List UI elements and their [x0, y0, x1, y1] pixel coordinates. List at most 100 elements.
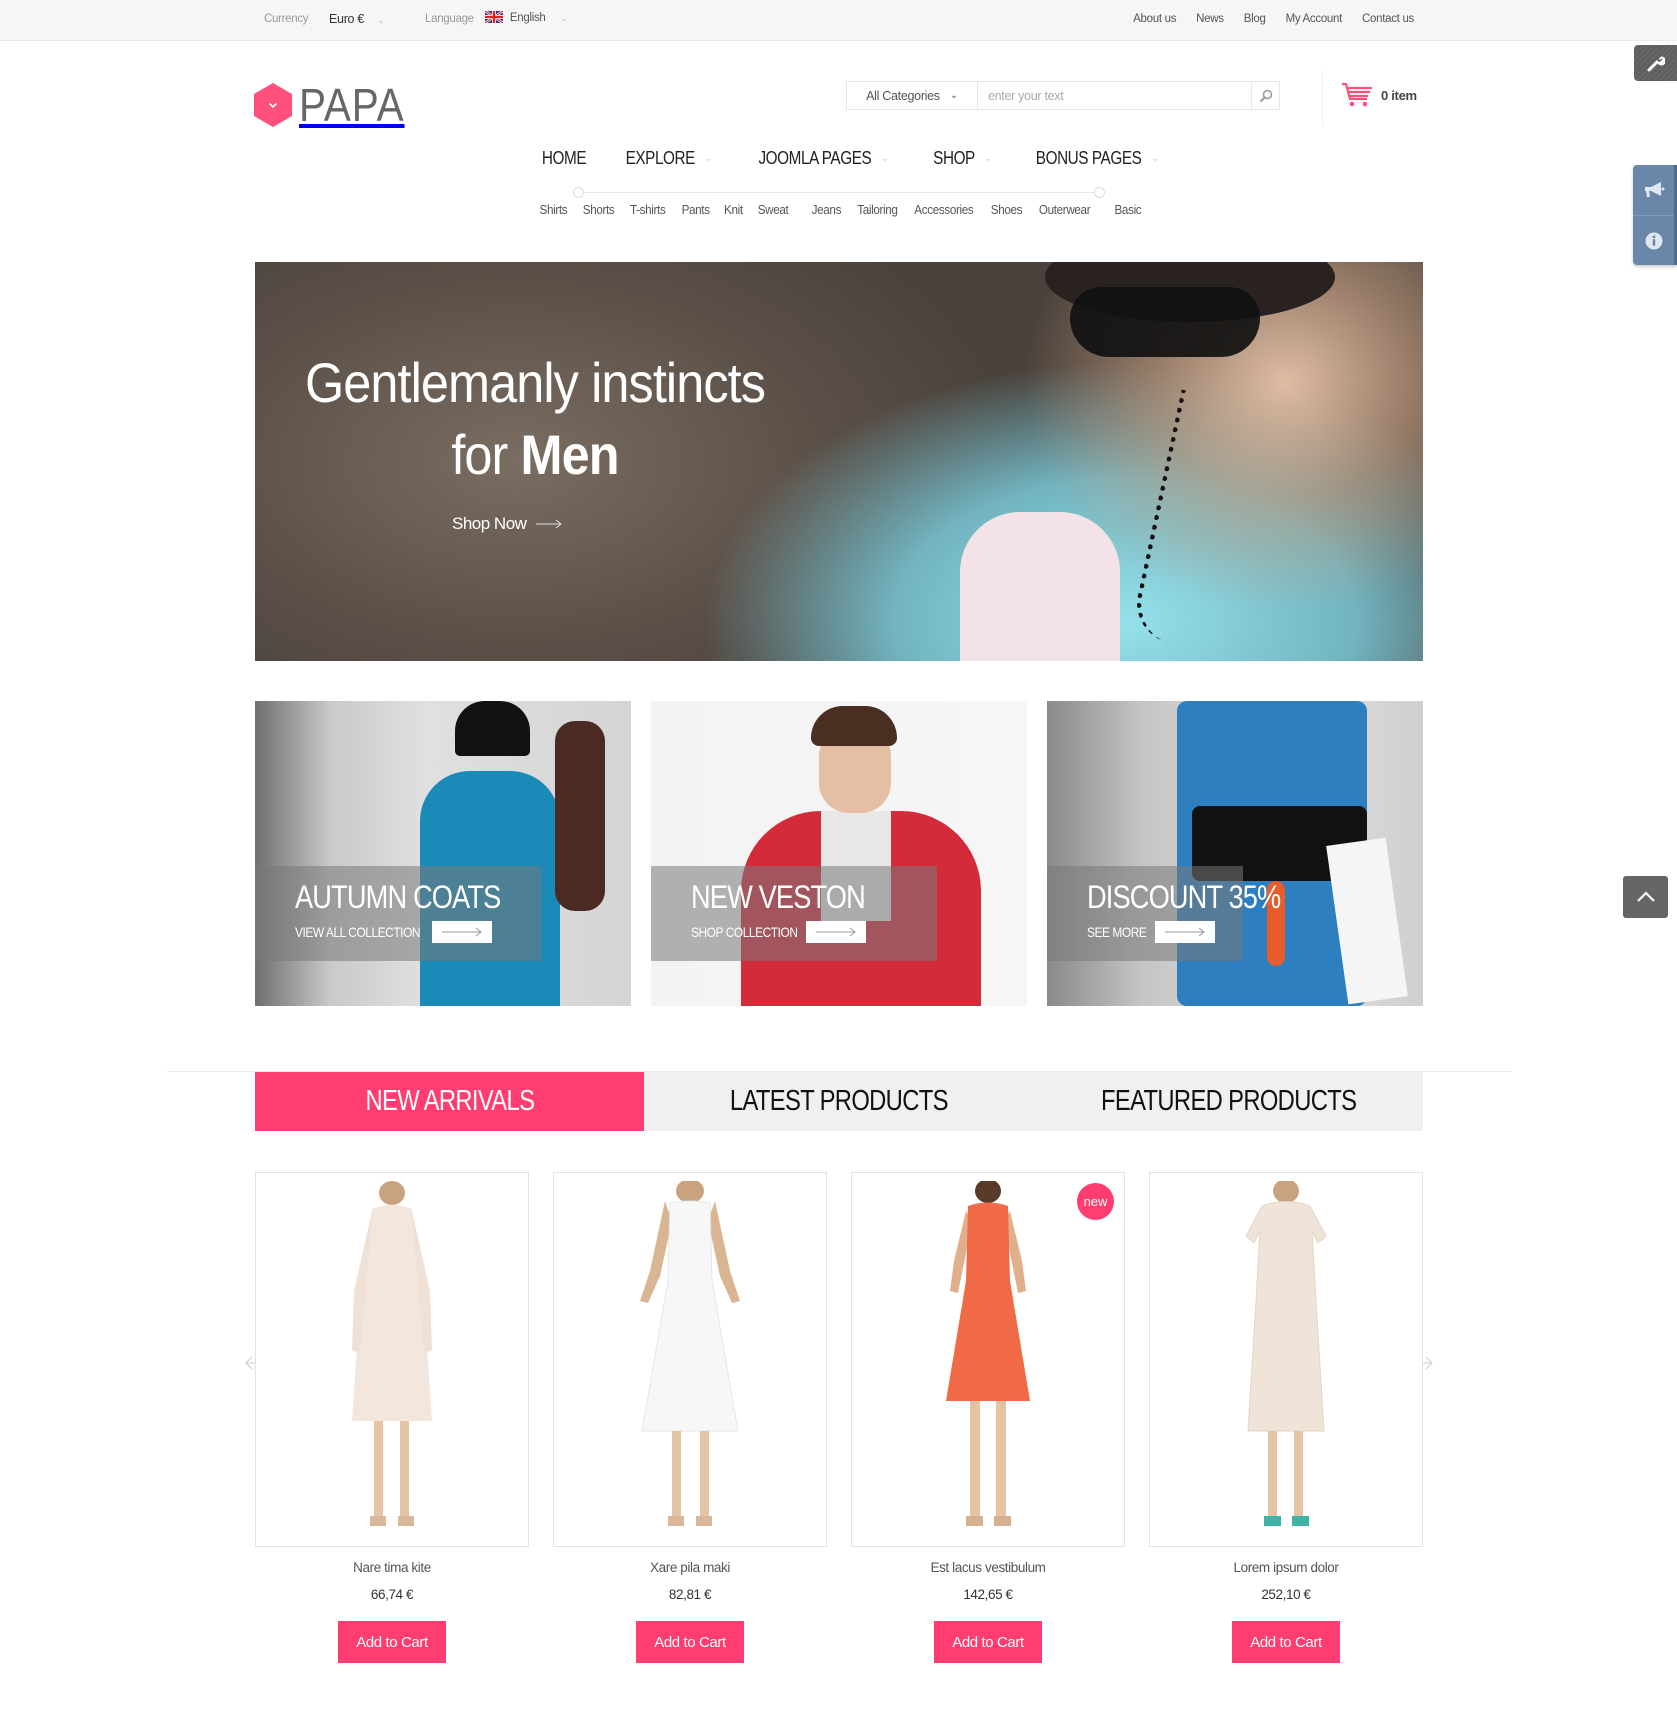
product-image[interactable]	[255, 1172, 529, 1547]
language-value: English	[509, 12, 546, 24]
search-input[interactable]	[978, 82, 1251, 109]
promo-tile-autumn-coats[interactable]: AUTUMN COATS VIEW ALL COLLECTION	[255, 701, 631, 1006]
tile-link-label: SHOP COLLECTION	[691, 924, 798, 940]
announcements-button[interactable]	[1633, 165, 1674, 215]
promo-tile-new-veston[interactable]: NEW VESTON SHOP COLLECTION	[651, 701, 1027, 1006]
hero-title-line1: Gentlemanly instincts	[304, 351, 766, 414]
info-button[interactable]	[1633, 215, 1674, 265]
chevron-down-icon: ⌄	[1151, 153, 1159, 164]
tile-link[interactable]: SEE MORE	[1087, 921, 1215, 943]
product-name[interactable]: Est lacus vestibulum	[851, 1560, 1125, 1575]
new-badge: new	[1077, 1183, 1114, 1220]
cart-button[interactable]: 0 item	[1341, 82, 1417, 108]
hero-banner: Gentlemanly instincts for Men Shop Now	[255, 262, 1423, 661]
product-card: Nare tima kite 66,74 € Add to Cart	[255, 1172, 529, 1663]
nav-item-joomla-pages[interactable]: JOOMLA PAGES ⌄	[759, 148, 889, 169]
category-select[interactable]: All Categories ⌄	[847, 82, 978, 109]
logo[interactable]: PAPA	[253, 82, 419, 128]
product-name[interactable]: Xare pila maki	[553, 1560, 827, 1575]
category-link-accessories[interactable]: Accessories	[915, 202, 974, 217]
tile-title: DISCOUNT 35%	[1087, 879, 1281, 915]
language-select[interactable]: English ⌄	[485, 11, 568, 24]
category-link-pants[interactable]: Pants	[681, 202, 709, 217]
main-nav: HOME EXPLORE ⌄ JOOMLA PAGES ⌄ SHOP ⌄ BONUS …	[0, 148, 1677, 169]
shopping-cart-icon	[1342, 82, 1372, 107]
category-link-sweat[interactable]: Sweat	[757, 202, 788, 217]
tile-arrow-button[interactable]	[806, 921, 867, 943]
category-link-t-shirts[interactable]: T-shirts	[630, 202, 666, 217]
shop-now-label: Shop Now	[452, 514, 527, 533]
logo-text: PAPA	[299, 79, 405, 131]
chevron-down-icon: ⌄	[985, 153, 992, 164]
nav-item-explore[interactable]: EXPLORE ⌄	[626, 148, 713, 169]
category-link-tailoring[interactable]: Tailoring	[857, 202, 898, 217]
add-to-cart-button[interactable]: Add to Cart	[934, 1621, 1042, 1663]
category-link-knit[interactable]: Knit	[724, 202, 743, 217]
top-link-about-us[interactable]: About us	[1133, 13, 1176, 25]
category-link-basic[interactable]: Basic	[1115, 202, 1142, 217]
add-to-cart-button[interactable]: Add to Cart	[1232, 1621, 1340, 1663]
tile-link-label: SEE MORE	[1087, 924, 1147, 940]
nav-item-shop[interactable]: SHOP ⌄	[933, 148, 992, 169]
product-image[interactable]: new	[851, 1172, 1125, 1547]
nav-item-label: SHOP	[933, 148, 975, 168]
nav-divider-line	[578, 192, 1100, 193]
arrow-right-icon	[536, 519, 563, 529]
hero-image-sunglasses	[1070, 287, 1260, 357]
tile-image-bg-model	[555, 721, 605, 911]
promo-tile-discount[interactable]: DISCOUNT 35% SEE MORE	[1047, 701, 1423, 1006]
arrow-right-icon	[816, 927, 857, 937]
dress-image	[946, 1181, 1030, 1526]
chevron-down-icon: ⌄	[881, 153, 889, 164]
shop-now-link[interactable]: Shop Now	[452, 514, 563, 534]
currency-select[interactable]: Euro € ⌄	[329, 12, 384, 26]
top-link-blog[interactable]: Blog	[1244, 13, 1266, 25]
header-divider	[1322, 70, 1323, 126]
cart-count: 0 item	[1381, 87, 1417, 103]
hexagon-logo-icon	[254, 83, 292, 127]
currency-value: Euro €	[329, 12, 365, 26]
category-link-jeans[interactable]: Jeans	[811, 202, 841, 217]
product-price: 252,10 €	[1261, 1587, 1311, 1602]
tile-link[interactable]: VIEW ALL COLLECTION	[295, 921, 493, 943]
top-link-my-account[interactable]: My Account	[1286, 13, 1343, 25]
product-image[interactable]	[553, 1172, 827, 1547]
chevron-down-icon: ⌄	[949, 90, 958, 101]
product-name[interactable]: Lorem ipsum dolor	[1149, 1560, 1423, 1575]
tab-label: LATEST PRODUCTS	[730, 1085, 949, 1117]
category-nav: Shirts Shorts T-shirts Pants Knit Sweat …	[0, 202, 1677, 217]
template-settings-button[interactable]	[1634, 45, 1677, 81]
add-to-cart-button[interactable]: Add to Cart	[338, 1621, 446, 1663]
arrow-right-icon	[1164, 927, 1205, 937]
nav-divider-dot	[1094, 187, 1105, 198]
nav-item-home[interactable]: HOME	[542, 148, 587, 169]
dress-image	[1245, 1181, 1327, 1526]
tile-arrow-button[interactable]	[1154, 921, 1215, 943]
tile-title: NEW VESTON	[691, 879, 866, 915]
chevron-up-icon	[1636, 891, 1655, 902]
tile-image-hair	[811, 706, 897, 746]
add-to-cart-button[interactable]: Add to Cart	[636, 1621, 744, 1663]
category-link-shoes[interactable]: Shoes	[991, 202, 1023, 217]
tile-link[interactable]: SHOP COLLECTION	[691, 921, 867, 943]
tab-new-arrivals[interactable]: NEW ARRIVALS	[255, 1072, 645, 1131]
tab-featured-products[interactable]: FEATURED PRODUCTS	[1034, 1072, 1423, 1131]
tile-arrow-button[interactable]	[432, 921, 493, 943]
arrow-right-icon	[442, 927, 482, 937]
tile-image-hat	[455, 701, 530, 756]
back-to-top-button[interactable]	[1623, 876, 1668, 918]
top-link-contact-us[interactable]: Contact us	[1362, 13, 1414, 25]
nav-item-bonus-pages[interactable]: BONUS PAGES ⌄	[1036, 148, 1159, 169]
category-select-value: All Categories	[866, 88, 940, 103]
tab-latest-products[interactable]: LATEST PRODUCTS	[644, 1072, 1033, 1131]
category-link-shirts[interactable]: Shirts	[540, 202, 568, 217]
category-link-outerwear[interactable]: Outerwear	[1039, 202, 1091, 217]
product-image[interactable]	[1149, 1172, 1423, 1547]
category-link-shorts[interactable]: Shorts	[583, 202, 615, 217]
tile-link-label: VIEW ALL COLLECTION	[295, 924, 421, 940]
top-link-news[interactable]: News	[1196, 13, 1224, 25]
product-name[interactable]: Nare tima kite	[255, 1560, 529, 1575]
product-card: Lorem ipsum dolor 252,10 € Add to Cart	[1149, 1172, 1423, 1663]
search-button[interactable]	[1251, 82, 1279, 109]
product-price: 142,65 €	[963, 1587, 1013, 1602]
